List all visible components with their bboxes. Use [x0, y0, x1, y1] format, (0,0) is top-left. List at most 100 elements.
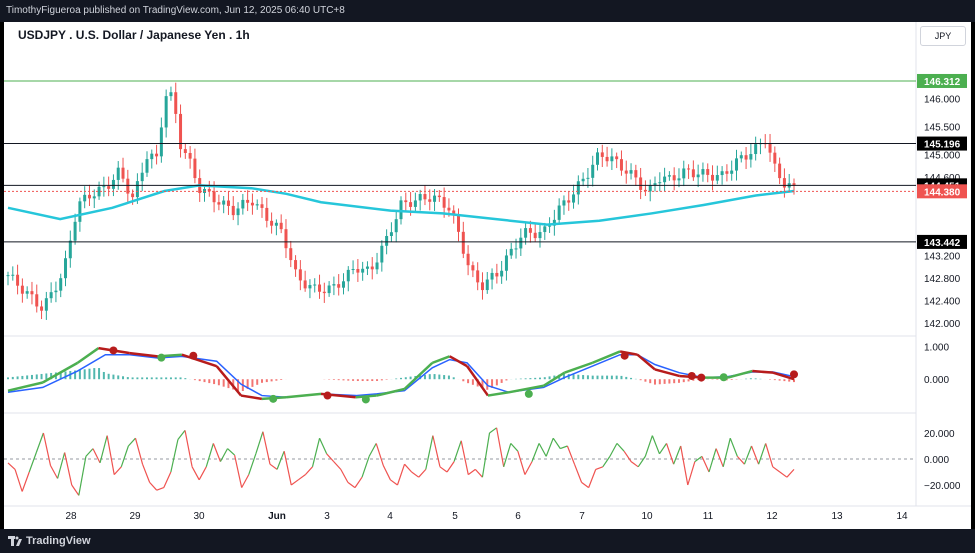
- cross-dot: [790, 370, 798, 379]
- macd-y-tick-label: 1.000: [924, 343, 949, 354]
- osc-line-segment: [736, 455, 745, 465]
- osc-line-segment: [198, 466, 207, 481]
- osc-line-segment: [609, 443, 618, 457]
- y-tick-label: 145.500: [924, 123, 961, 134]
- candle-body: [639, 177, 643, 190]
- candle: [322, 282, 326, 303]
- osc-line-segment: [411, 471, 420, 478]
- osc-line-segment: [227, 448, 236, 456]
- candle: [725, 164, 729, 182]
- candle: [217, 194, 221, 211]
- publisher-text: TimothyFigueroa published on TradingView…: [6, 5, 345, 16]
- candle-body: [49, 292, 53, 299]
- candle: [557, 198, 561, 225]
- candle-body: [318, 284, 322, 292]
- candle-body: [131, 193, 135, 198]
- candle: [428, 189, 432, 211]
- candle-body: [778, 163, 782, 179]
- candle-body: [385, 235, 389, 246]
- candle: [279, 214, 283, 234]
- candle: [150, 149, 154, 169]
- candle-body: [284, 229, 288, 249]
- level-label: 146.312: [924, 77, 961, 88]
- candle-body: [725, 171, 729, 174]
- osc-line-segment: [49, 465, 59, 479]
- candle-body: [572, 194, 576, 203]
- osc-line-segment: [297, 474, 306, 481]
- chart-canvas[interactable]: 146.000145.500145.000144.600143.200142.8…: [4, 22, 971, 529]
- osc-line-segment: [418, 468, 427, 478]
- osc-line-segment: [758, 443, 767, 465]
- candle: [332, 276, 336, 296]
- candle-body: [768, 143, 772, 153]
- candle-body: [116, 167, 120, 180]
- candle: [294, 255, 298, 277]
- candle: [754, 136, 758, 161]
- osc-line-segment: [85, 448, 94, 457]
- macd-line-segment: [752, 369, 774, 374]
- candle: [6, 271, 10, 286]
- candle-body: [73, 221, 77, 241]
- osc-line-segment: [708, 448, 717, 473]
- candle-body: [619, 159, 623, 171]
- candle: [365, 261, 369, 276]
- candle-body: [658, 182, 662, 184]
- osc-line-segment: [163, 471, 172, 488]
- osc-line-segment: [340, 469, 349, 483]
- osc-line-segment: [170, 439, 179, 473]
- candle-body: [169, 92, 173, 97]
- osc-line-segment: [21, 471, 30, 492]
- macd-line-segment: [431, 355, 451, 365]
- candle: [682, 160, 686, 187]
- cross-dot: [687, 371, 696, 380]
- osc-line-segment: [560, 445, 568, 450]
- candle-body: [121, 167, 125, 179]
- candle-body: [404, 200, 408, 203]
- candle: [466, 245, 470, 276]
- candle: [639, 167, 643, 200]
- candle: [246, 190, 250, 212]
- osc-line-segment: [489, 427, 497, 434]
- candle-body: [706, 169, 710, 175]
- candle-body: [749, 154, 753, 160]
- candle-body: [303, 280, 307, 289]
- candle: [629, 163, 633, 180]
- osc-line-segment: [205, 443, 214, 467]
- candle-body: [557, 205, 561, 220]
- osc-line-segment: [382, 465, 391, 481]
- candle-body: [504, 255, 508, 271]
- candle-body: [576, 181, 580, 195]
- candle: [250, 193, 254, 215]
- chart-frame[interactable]: 146.000145.500145.000144.600143.200142.8…: [4, 22, 971, 529]
- candle: [68, 230, 72, 268]
- y-tick-label: 146.000: [924, 94, 961, 105]
- candle: [11, 266, 15, 281]
- candle-body: [188, 153, 192, 159]
- candle: [87, 184, 91, 206]
- osc-line-segment: [106, 435, 115, 475]
- macd-line-segment: [466, 365, 489, 397]
- candle-body: [586, 177, 590, 179]
- currency-button[interactable]: JPY: [920, 26, 966, 46]
- osc-line-segment: [311, 438, 321, 467]
- candle-body: [399, 200, 403, 220]
- candle-body: [413, 200, 417, 207]
- candle: [346, 266, 350, 292]
- candle-body: [476, 270, 480, 283]
- candle-body: [111, 179, 115, 189]
- candle-body: [447, 207, 451, 211]
- candle-body: [308, 285, 312, 289]
- candle-body: [730, 170, 734, 174]
- x-tick-label: 30: [193, 511, 205, 522]
- candle-body: [274, 222, 278, 226]
- x-tick-label: 13: [831, 511, 843, 522]
- candle-body: [485, 279, 489, 291]
- osc-line-segment: [354, 476, 363, 488]
- candle: [667, 171, 671, 181]
- candle: [701, 162, 705, 182]
- candle-body: [155, 153, 159, 157]
- candle-body: [322, 291, 326, 294]
- candle: [734, 149, 738, 181]
- osc-line-segment: [665, 443, 675, 465]
- candle-body: [217, 202, 221, 205]
